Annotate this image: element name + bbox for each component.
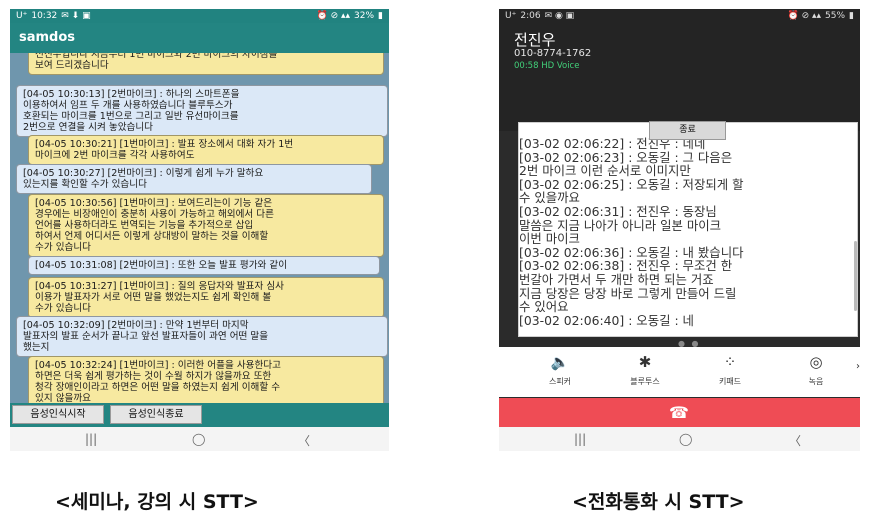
end-stt-button[interactable]: 종료: [649, 121, 726, 140]
chevron-right-icon[interactable]: ›: [856, 361, 860, 372]
log-line: 수 있을까요: [519, 190, 580, 206]
status-bar: U⁺ 10:32 ✉ ⬇ ▣ ⏰ ⊘ ▴▴ 32% ▮: [10, 9, 389, 23]
log-line: [03-02 02:06:23] : 오동길 : 그 다음은: [519, 149, 733, 165]
log-line: 2번 마이크 이런 순서로 이미지만: [519, 163, 691, 179]
log-line: 지금 당장은 당장 바로 그렇게 만들어 드릴: [519, 285, 737, 301]
log-line: 번갈아 가면서 두 개만 하면 되는 거죠: [519, 271, 714, 287]
signal-icon: ⏰ ⊘ ▴▴: [787, 11, 822, 21]
left-caption: <세미나, 강의 시 STT>: [55, 491, 259, 513]
transcript-bubble: [04-05 10:30:56] [1번마이크] : 보여드리는이 기능 같은 …: [28, 194, 384, 257]
log-line: [03-02 02:06:38] : 전진우 : 무조건 한: [519, 258, 733, 274]
call-controls: 🔈 스피커 ✱ 블루투스 ⁘ 키패드 ◎ 녹음: [499, 347, 860, 397]
battery-icon: ▮: [849, 11, 854, 21]
page-indicator: ● ●: [678, 339, 701, 348]
log-line: 말씀은 지금 나아가 아니라 일본 마이크: [519, 217, 722, 233]
battery-icon: ▮: [378, 11, 383, 21]
right-caption: <전화통화 시 STT>: [572, 491, 745, 513]
transcript-bubble: [04-05 10:31:27] [1번마이크] : 질의 응답자와 발표자 심…: [28, 277, 384, 318]
carrier-label: U⁺: [16, 11, 28, 21]
transcript-bubble: [04-05 10:32:24] [1번마이크] : 이러한 어플을 사용한다고…: [28, 356, 384, 403]
log-line: 수 있어요: [519, 299, 569, 315]
start-recognition-button[interactable]: 음성인식시작: [12, 405, 104, 424]
battery-level: 55%: [825, 11, 846, 21]
bluetooth-icon: ✱: [638, 353, 652, 371]
navigation-bar: ||| ◯ 〈: [10, 427, 389, 451]
home-icon[interactable]: ◯: [192, 432, 205, 446]
log-line: [03-02 02:06:25] : 오동길 : 저장되게 할: [519, 176, 744, 192]
navigation-bar: ||| ◯ 〈: [499, 427, 860, 451]
log-line: [03-02 02:06:31] : 전진우 : 동장님: [519, 203, 717, 219]
home-icon[interactable]: ◯: [679, 432, 692, 446]
transcript-bubble: [04-05 10:30:21] [1번마이크] : 발표 장소에서 대화 자가…: [28, 135, 384, 165]
record-icon: ◎: [809, 353, 823, 371]
keypad-label: 키패드: [718, 377, 742, 386]
log-line: 이번 마이크: [519, 231, 580, 247]
end-call-button[interactable]: ☎: [499, 398, 860, 427]
status-bar: U⁺ 2:06 ✉ ◉ ▣ ⏰ ⊘ ▴▴ 55% ▮: [499, 9, 860, 23]
caller-number: 010-8774-1762: [514, 48, 592, 59]
transcript-bubble: [04-05 10:30:27] [2번마이크] : 이렇게 쉽게 누가 말하요…: [16, 164, 372, 194]
record-button[interactable]: ◎ 녹음: [786, 351, 846, 387]
transcript-bubble: [04-05 10:30:13] [2번마이크] : 하나의 스마트폰을 이용하…: [16, 85, 388, 137]
notification-icon: ✉ ⬇ ▣: [61, 11, 91, 21]
record-label: 녹음: [808, 377, 824, 386]
caller-name: 전진우: [514, 31, 556, 49]
stt-log-panel[interactable]: [03-02 02:06:22] : 전진우 : 네네 [03-02 02:06…: [518, 122, 858, 337]
hang-up-icon: ☎: [669, 403, 689, 422]
clock: 2:06: [520, 11, 541, 21]
call-phone-screen: U⁺ 2:06 ✉ ◉ ▣ ⏰ ⊘ ▴▴ 55% ▮ 전진우 010-8774-…: [499, 9, 860, 451]
recent-apps-icon[interactable]: |||: [85, 432, 97, 446]
back-icon[interactable]: 〈: [789, 432, 801, 449]
speaker-button[interactable]: 🔈 스피커: [530, 351, 590, 387]
notification-icon: ✉ ◉ ▣: [544, 11, 575, 21]
speaker-icon: 🔈: [550, 353, 570, 371]
transcript-bubble: 전진우입니다 지금부터 1번 마이크와 2번 마이크의 차이점을 보여 드리겠습…: [28, 53, 384, 75]
back-icon[interactable]: 〈: [298, 432, 310, 449]
scrollbar[interactable]: [854, 241, 857, 311]
stt-log: [03-02 02:06:22] : 전진우 : 네네 [03-02 02:06…: [519, 137, 844, 328]
clock: 10:32: [31, 11, 58, 21]
app-title: samdos: [10, 23, 389, 53]
transcript-bubble: [04-05 10:32:09] [2번마이크] : 만약 1번부터 마지막 발…: [16, 316, 388, 357]
carrier-label: U⁺: [505, 11, 517, 21]
transcript-bubble: [04-05 10:31:08] [2번마이크] : 또한 오늘 발표 평가와 …: [28, 256, 380, 275]
keypad-icon: ⁘: [723, 353, 737, 371]
signal-icon: ⏰ ⊘ ▴▴: [316, 11, 351, 21]
recent-apps-icon[interactable]: |||: [574, 432, 586, 446]
keypad-button[interactable]: ⁘ 키패드: [700, 351, 760, 387]
call-duration: 00:58 HD Voice: [514, 61, 580, 71]
log-line: [03-02 02:06:36] : 오동길 : 내 봤습니다: [519, 244, 744, 260]
seminar-phone-screen: U⁺ 10:32 ✉ ⬇ ▣ ⏰ ⊘ ▴▴ 32% ▮ samdos 전진우입니…: [10, 9, 389, 451]
bluetooth-label: 블루투스: [630, 377, 660, 386]
bluetooth-button[interactable]: ✱ 블루투스: [615, 351, 675, 387]
speaker-label: 스피커: [548, 377, 572, 386]
stop-recognition-button[interactable]: 음성인식종료: [110, 405, 202, 424]
transcript-list[interactable]: 전진우입니다 지금부터 1번 마이크와 2번 마이크의 차이점을 보여 드리겠습…: [10, 53, 389, 403]
log-line: [03-02 02:06:40] : 오동길 : 네: [519, 312, 694, 328]
battery-level: 32%: [354, 11, 375, 21]
